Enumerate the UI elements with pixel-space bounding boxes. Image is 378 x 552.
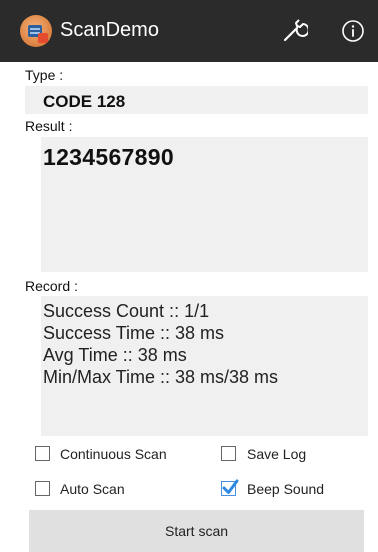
save-log-label[interactable]: Save Log [247,446,306,462]
beep-sound-checkbox[interactable] [221,479,239,496]
result-label: Result : [25,118,73,134]
record-label: Record : [25,278,78,294]
checkmark-icon [222,479,239,494]
continuous-scan-label[interactable]: Continuous Scan [60,446,167,462]
auto-scan-checkbox[interactable] [35,481,50,496]
record-avg-time: Avg Time :: 38 ms [43,345,187,365]
record-min-max-time: Min/Max Time :: 38 ms/38 ms [43,367,279,387]
beep-sound-label[interactable]: Beep Sound [247,481,324,497]
info-icon[interactable] [341,19,365,43]
save-log-checkbox[interactable] [221,446,236,461]
wrench-icon[interactable] [282,19,308,43]
app-bar: ScanDemo [0,0,378,62]
result-value: 1234567890 [43,144,174,170]
scanner-app-icon [20,15,52,47]
type-label: Type : [25,67,64,83]
start-scan-button[interactable]: Start scan [29,510,364,552]
type-value: CODE 128 [43,92,126,111]
record-success-time: Success Time :: 38 ms [43,323,225,343]
record-success-count: Success Count :: 1/1 [43,301,210,321]
app-title: ScanDemo [60,19,159,41]
auto-scan-label[interactable]: Auto Scan [60,481,125,497]
continuous-scan-checkbox[interactable] [35,446,50,461]
